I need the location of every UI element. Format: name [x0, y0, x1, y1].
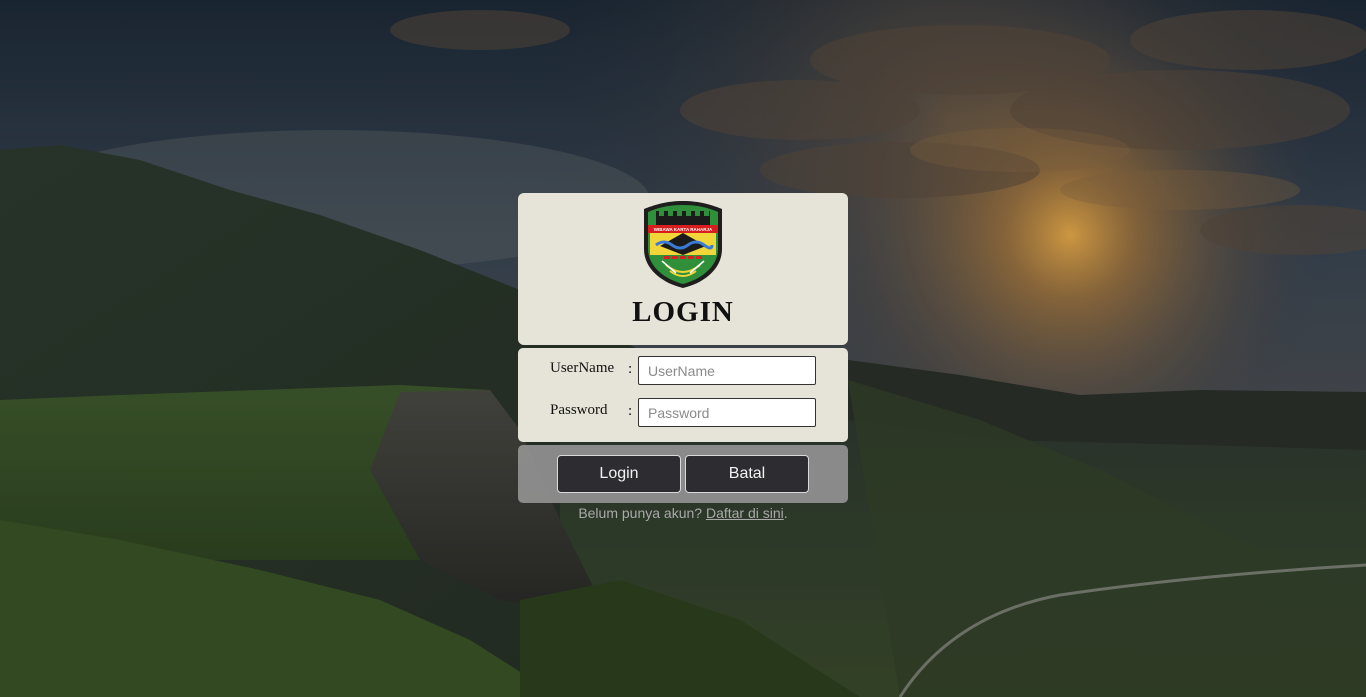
login-actions-panel: Login Batal [518, 445, 848, 503]
register-prompt-text: Belum punya akun? [578, 505, 703, 521]
login-form-panel: UserName : Password : [518, 348, 848, 442]
password-label: Password [550, 402, 608, 418]
register-link[interactable]: Daftar di sini [706, 505, 784, 521]
cancel-button[interactable]: Batal [685, 455, 809, 493]
register-suffix: . [783, 505, 788, 521]
username-input[interactable] [638, 356, 816, 385]
username-colon: : [628, 361, 633, 377]
regency-crest-logo-icon: WIBAWA KARTA RAHARJA [642, 199, 724, 289]
register-prompt: Belum punya akun? Daftar di sini. [518, 505, 848, 521]
svg-text:WIBAWA KARTA RAHARJA: WIBAWA KARTA RAHARJA [654, 227, 713, 232]
login-header-panel: WIBAWA KARTA RAHARJA LOGIN [518, 193, 848, 345]
login-button[interactable]: Login [557, 455, 681, 493]
password-colon: : [628, 403, 633, 419]
username-label: UserName [550, 360, 615, 376]
password-input[interactable] [638, 398, 816, 427]
page-title: LOGIN [632, 296, 734, 328]
